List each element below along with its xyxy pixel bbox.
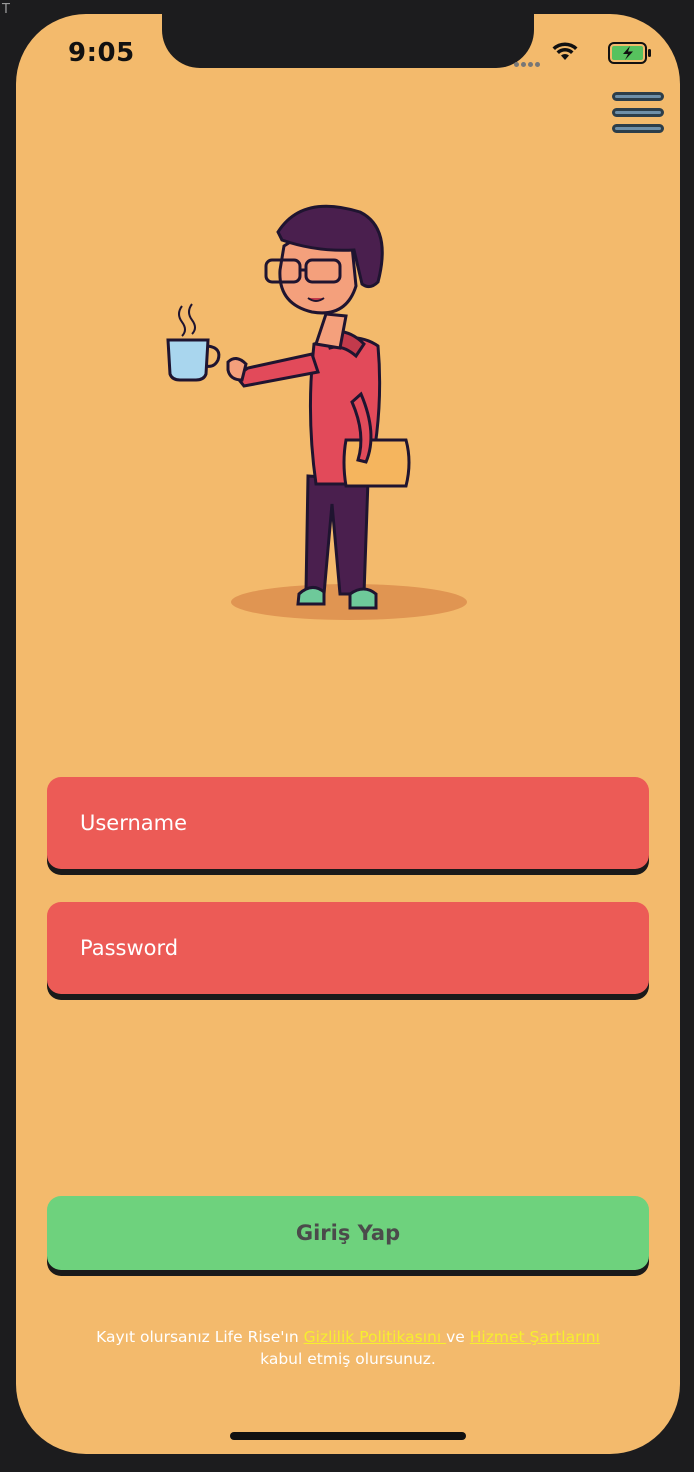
terms-of-service-link[interactable]: Hizmet Şartlarını <box>470 1328 600 1346</box>
legal-connector: ve <box>446 1328 465 1346</box>
home-indicator[interactable] <box>230 1432 466 1440</box>
status-indicators <box>512 42 652 67</box>
privacy-policy-link[interactable]: Gizlilik Politikasını <box>304 1328 447 1346</box>
phone-screen: 9:05 Username Giriş Yap Kayıt olursanız … <box>16 14 680 1454</box>
legal-prefix: Kayıt olursanız Life Rise'ın <box>96 1328 299 1346</box>
signal-icon <box>514 54 542 72</box>
menu-icon <box>612 92 664 101</box>
wifi-icon <box>552 42 578 60</box>
password-input[interactable] <box>47 902 649 994</box>
legal-notice: Kayıt olursanız Life Rise'ın Gizlilik Po… <box>16 1326 680 1370</box>
login-button[interactable]: Giriş Yap <box>47 1196 649 1270</box>
character-illustration <box>166 204 467 620</box>
corner-char: T <box>2 2 10 17</box>
legal-suffix: kabul etmiş olursunuz. <box>260 1350 436 1368</box>
menu-button[interactable] <box>612 92 666 142</box>
password-field[interactable] <box>47 902 649 994</box>
status-time: 9:05 <box>68 38 135 68</box>
username-input[interactable] <box>47 777 649 869</box>
notch <box>162 14 534 68</box>
battery-charging-icon <box>608 42 651 64</box>
username-field[interactable] <box>47 777 649 869</box>
